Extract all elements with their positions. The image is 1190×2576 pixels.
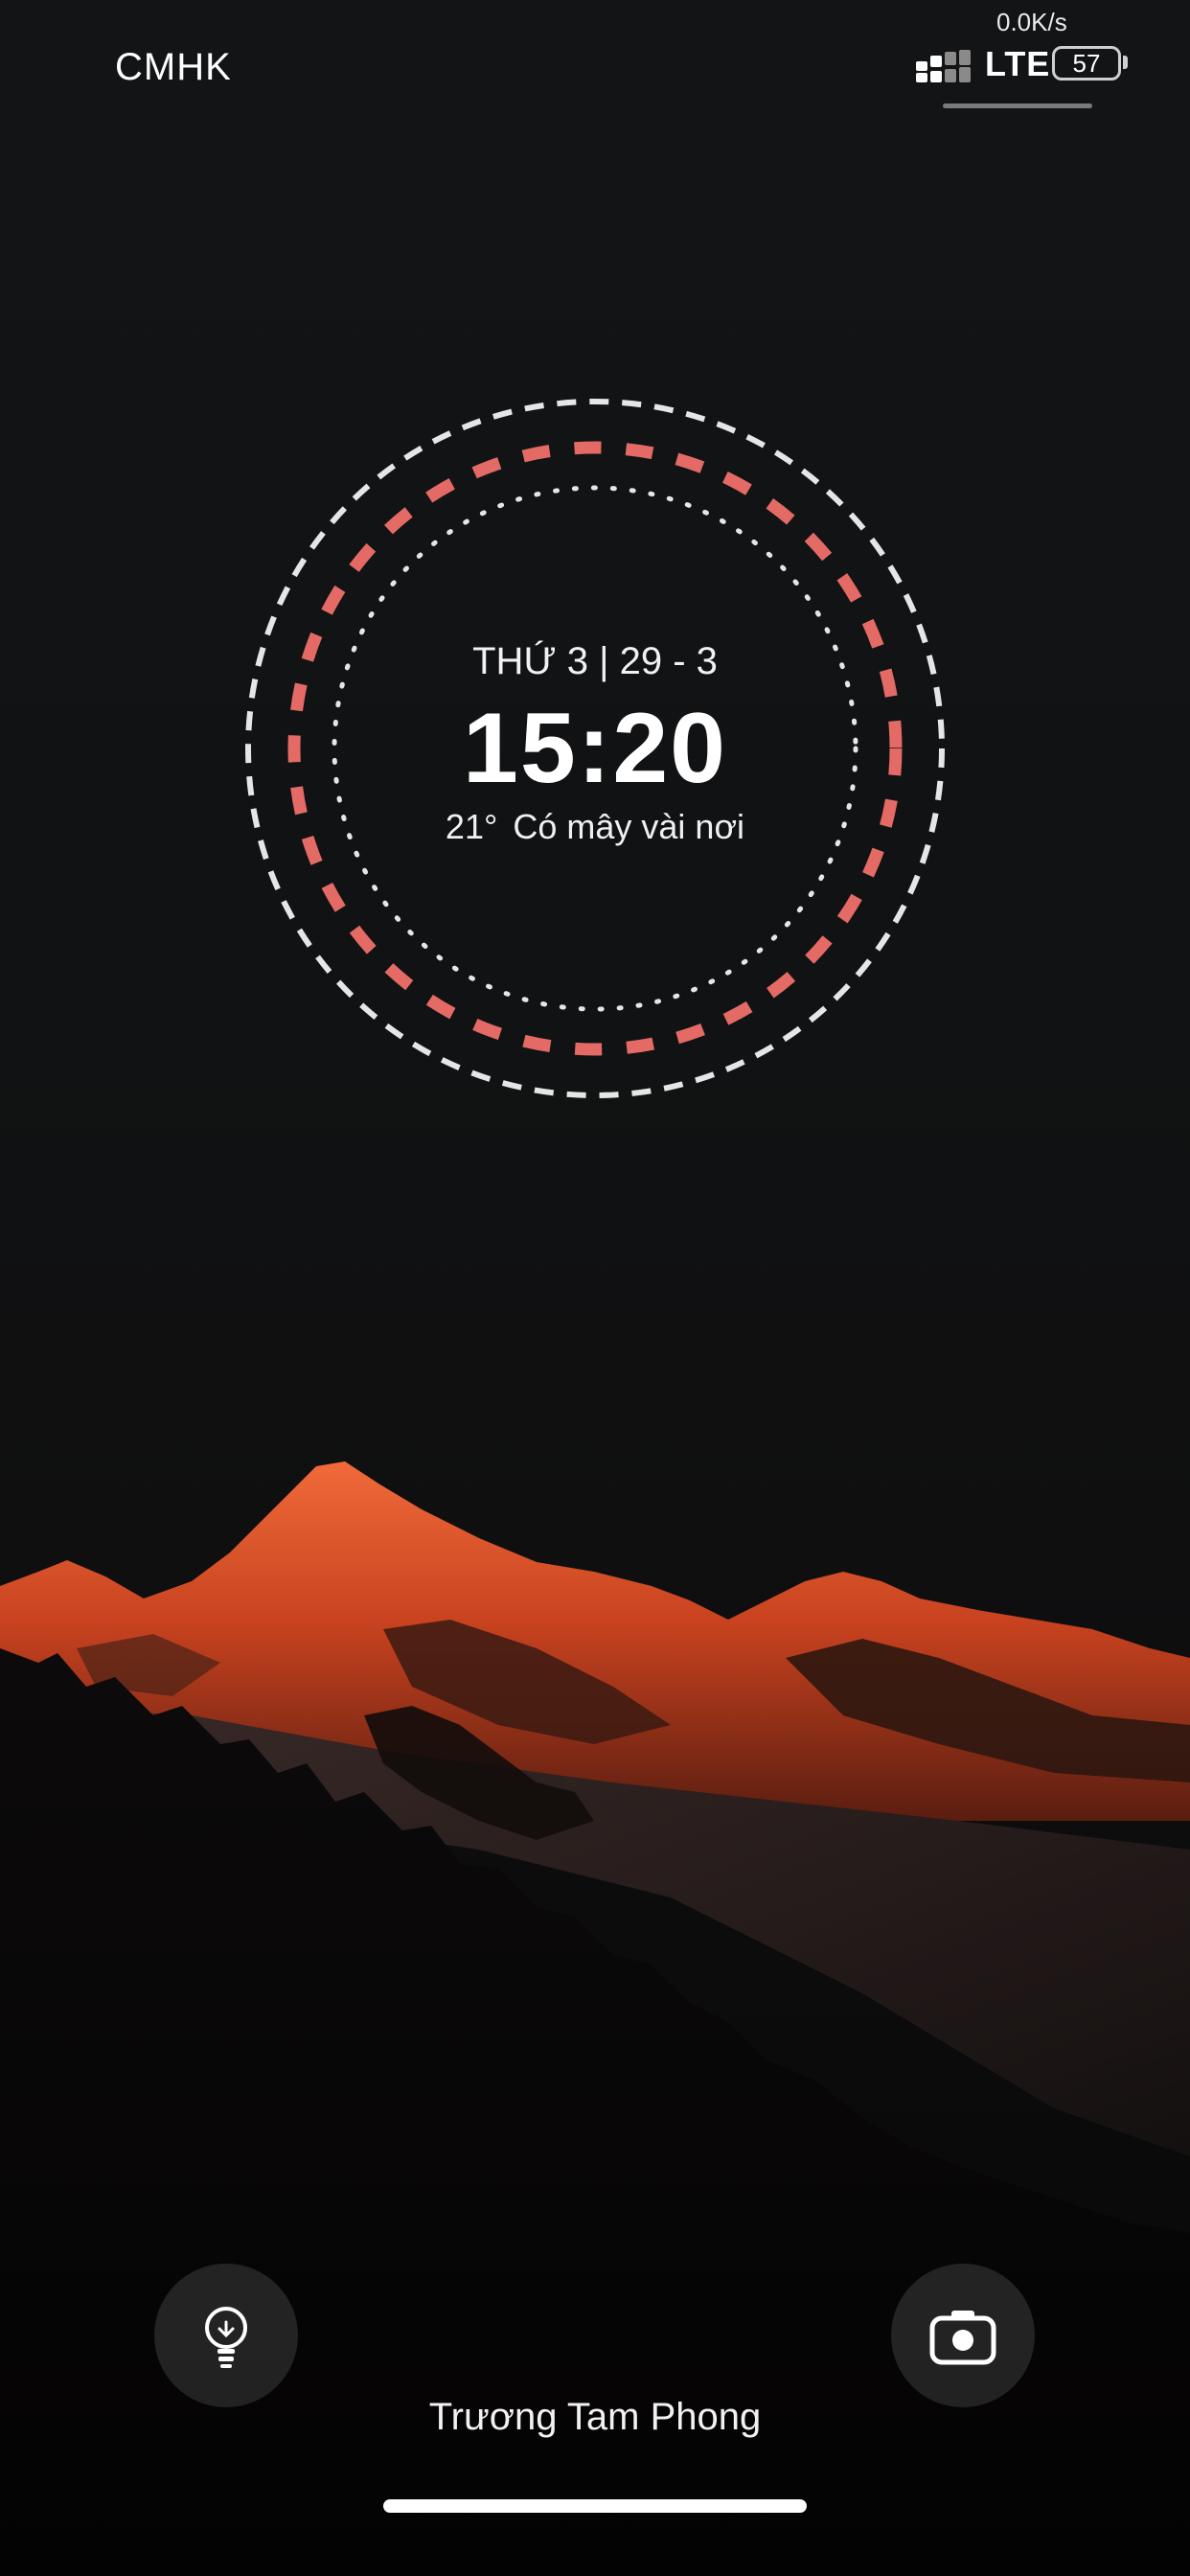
status-indicator-line [943, 104, 1092, 108]
signal-bars-icon [916, 50, 971, 82]
flashlight-button[interactable] [154, 2264, 298, 2407]
time-label: 15:20 [463, 693, 727, 804]
camera-button[interactable] [891, 2264, 1035, 2407]
weather-info: 21° Có mây vài nơi [355, 807, 835, 847]
temperature-label: 21° [445, 807, 498, 846]
home-indicator[interactable] [383, 2499, 807, 2513]
carrier-label: CMHK [115, 46, 232, 88]
owner-info-label: Trương Tam Phong [428, 2396, 762, 2438]
network-type: LTE [985, 44, 1051, 83]
camera-icon [929, 2311, 996, 2365]
battery-icon: 57 [1052, 46, 1121, 80]
battery-nub [1123, 56, 1128, 69]
date-label: THỨ 3 | 29 - 3 [472, 640, 718, 682]
network-speed: 0.0K/s [996, 8, 1067, 36]
flashlight-icon [205, 2307, 247, 2368]
battery-level: 57 [1072, 49, 1101, 78]
wallpaper-mountain-image [0, 1461, 1190, 2576]
lock-screen: CMHK 0.0K/s LTE 57 THỨ 3 | 29 - 3 15:20 … [0, 0, 1190, 2576]
weather-condition-label: Có mây vài nơi [513, 807, 745, 846]
